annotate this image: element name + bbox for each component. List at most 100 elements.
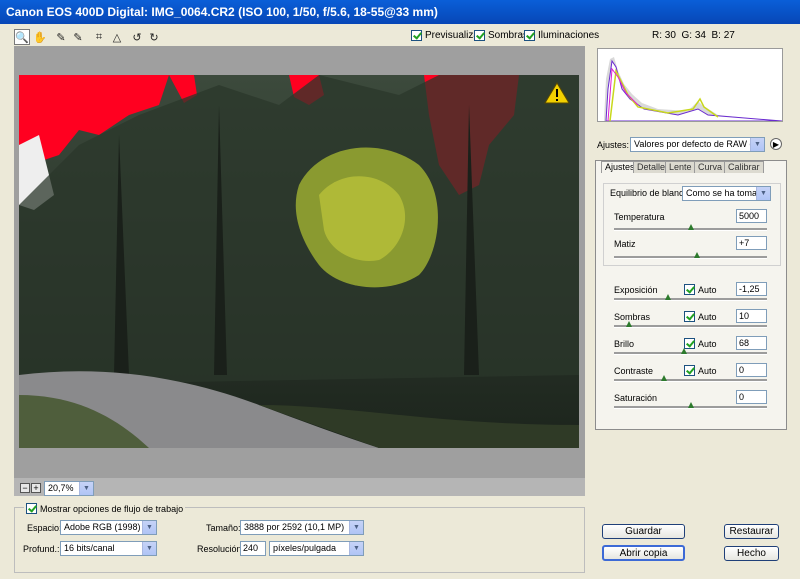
chevron-down-icon: ▼: [349, 542, 363, 555]
zoom-tool-icon: 🔍: [15, 31, 29, 44]
shadows-slider[interactable]: [614, 325, 767, 328]
tab-detalle[interactable]: Detalle: [633, 161, 670, 173]
space-value: Adobe RGB (1998): [64, 522, 141, 532]
play-arrow-icon: ▶: [772, 140, 780, 149]
resolution-label: Resolución:: [197, 544, 245, 554]
contrast-slider[interactable]: [614, 379, 767, 382]
tint-label: Matiz: [614, 239, 636, 249]
resolution-unit-select[interactable]: píxeles/pulgada ▼: [269, 541, 364, 556]
white-balance-tool[interactable]: ✎: [53, 29, 69, 45]
crop-tool[interactable]: ⌗: [91, 29, 107, 45]
tab-curva[interactable]: Curva: [694, 161, 727, 173]
temperature-slider-thumb[interactable]: [687, 224, 694, 230]
tab-calibrar[interactable]: Calibrar: [724, 161, 764, 173]
settings-label: Ajustes:: [597, 140, 630, 150]
preview-check-icon: [411, 30, 422, 41]
brightness-label: Brillo: [614, 339, 635, 349]
g-label: G:: [681, 30, 693, 41]
show-workflow-checkbox[interactable]: Mostrar opciones de flujo de trabajo: [24, 503, 186, 514]
shadows-auto-checkbox[interactable]: Auto: [684, 311, 717, 322]
exposure-input[interactable]: -1,25: [736, 282, 767, 296]
shadows-input[interactable]: 10: [736, 309, 767, 323]
b-value: 27: [723, 30, 735, 41]
histogram: [597, 48, 783, 122]
brightness-slider-thumb[interactable]: [681, 348, 688, 354]
title-bar: Canon EOS 400D Digital: IMG_0064.CR2 (IS…: [0, 0, 800, 24]
contrast-auto-label: Auto: [698, 365, 717, 376]
contrast-auto-checkbox[interactable]: Auto: [684, 365, 717, 376]
exposure-slider-thumb[interactable]: [664, 294, 671, 300]
exposure-label: Exposición: [614, 285, 658, 295]
shadows-checkbox[interactable]: Sombras: [474, 30, 528, 41]
zoom-out-button[interactable]: −: [20, 483, 30, 493]
color-sampler-tool-icon: ✎: [73, 31, 83, 44]
color-sampler-tool[interactable]: ✎: [70, 29, 86, 45]
space-label: Espacio:: [27, 523, 62, 533]
tab-lente[interactable]: Lente: [665, 161, 696, 173]
highlights-checkbox[interactable]: Iluminaciones: [524, 30, 599, 41]
rotate-left-button[interactable]: ↺: [129, 29, 145, 45]
photo-svg: [19, 75, 579, 448]
shadows-slider-thumb[interactable]: [626, 321, 633, 327]
resolution-unit-value: píxeles/pulgada: [273, 543, 337, 553]
depth-label: Profund.:: [23, 544, 60, 554]
rotate-left-icon: ↺: [132, 31, 142, 44]
image-preview[interactable]: [19, 75, 579, 448]
depth-value: 16 bits/canal: [64, 543, 115, 553]
temperature-input[interactable]: 5000: [736, 209, 767, 223]
highlights-label: Iluminaciones: [538, 30, 600, 41]
zoom-bar: [14, 478, 585, 496]
exposure-slider[interactable]: [614, 298, 767, 301]
depth-select[interactable]: 16 bits/canal ▼: [60, 541, 157, 556]
show-workflow-label: Mostrar opciones de flujo de trabajo: [40, 503, 184, 514]
done-button[interactable]: Hecho: [724, 546, 779, 561]
white-balance-select[interactable]: Como se ha tomado ▼: [682, 186, 771, 201]
size-select[interactable]: 3888 por 2592 (10,1 MP) ▼: [240, 520, 364, 535]
chevron-down-icon: ▼: [349, 521, 363, 534]
chevron-down-icon: ▼: [79, 482, 93, 495]
straighten-tool-icon: △: [112, 31, 122, 44]
contrast-label: Contraste: [614, 366, 654, 376]
zoom-tool[interactable]: 🔍: [14, 29, 30, 45]
highlights-check-icon: [524, 30, 535, 41]
space-select[interactable]: Adobe RGB (1998) ▼: [60, 520, 157, 535]
auto-check-icon: [684, 365, 695, 376]
zoom-select[interactable]: 20,7% ▼: [44, 481, 94, 496]
tint-slider-thumb[interactable]: [693, 252, 700, 258]
resolution-input[interactable]: 240: [240, 541, 266, 556]
save-button[interactable]: Guardar: [602, 524, 685, 539]
exposure-auto-checkbox[interactable]: Auto: [684, 284, 717, 295]
saturation-slider-thumb[interactable]: [687, 402, 694, 408]
brightness-input[interactable]: 68: [736, 336, 767, 350]
window-title: Canon EOS 400D Digital: IMG_0064.CR2 (IS…: [6, 5, 438, 19]
shadows-auto-label: Auto: [698, 311, 717, 322]
tint-slider[interactable]: [614, 256, 767, 259]
brightness-auto-label: Auto: [698, 338, 717, 349]
tint-input[interactable]: +7: [736, 236, 767, 250]
b-label: B:: [711, 30, 721, 41]
rotate-right-button[interactable]: ↻: [146, 29, 162, 45]
chevron-down-icon: ▼: [756, 187, 770, 200]
open-copy-button[interactable]: Abrir copia: [602, 545, 685, 561]
hand-tool-icon: ✋: [33, 31, 47, 44]
settings-value: Valores por defecto de RAW de cám: [634, 139, 765, 149]
settings-menu-button[interactable]: ▶: [770, 138, 782, 150]
straighten-tool[interactable]: △: [109, 29, 125, 45]
preview-checkbox[interactable]: Previsualizar: [411, 30, 482, 41]
r-value: 30: [664, 30, 676, 41]
auto-check-icon: [684, 311, 695, 322]
reset-button[interactable]: Restaurar: [724, 524, 779, 539]
workflow-options-group: [14, 507, 585, 573]
chevron-down-icon: ▼: [142, 542, 156, 555]
chevron-down-icon: ▼: [142, 521, 156, 534]
brightness-auto-checkbox[interactable]: Auto: [684, 338, 717, 349]
zoom-in-button[interactable]: +: [31, 483, 41, 493]
settings-select[interactable]: Valores por defecto de RAW de cám ▼: [630, 137, 765, 152]
saturation-input[interactable]: 0: [736, 390, 767, 404]
brightness-slider[interactable]: [614, 352, 767, 355]
contrast-input[interactable]: 0: [736, 363, 767, 377]
saturation-label: Saturación: [614, 393, 658, 403]
g-value: 34: [694, 30, 706, 41]
hand-tool[interactable]: ✋: [32, 29, 48, 45]
contrast-slider-thumb[interactable]: [661, 375, 668, 381]
